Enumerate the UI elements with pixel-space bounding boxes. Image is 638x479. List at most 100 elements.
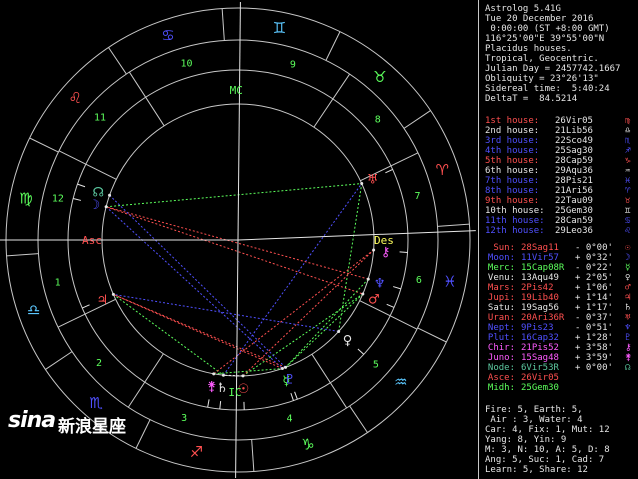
house-cusps: 123 456789101112 [0, 2, 476, 478]
planet-row: Satu: 19Sag56 + 1°17' ♄ [485, 303, 635, 313]
planet-position: 25Gem30 [521, 383, 559, 393]
house-cusp-line [237, 230, 476, 241]
house-sign-icon: ♒ [625, 166, 631, 176]
aspect-line [113, 294, 224, 376]
planet-tick [393, 286, 401, 290]
planet-icon: ♄ [625, 303, 631, 313]
planet-icon: ♀ [625, 273, 631, 283]
planet-tick [82, 304, 90, 309]
planet-icon: ☉ [625, 243, 631, 253]
house-cusp-line [127, 353, 164, 408]
house-sign-icon: ♊ [625, 206, 631, 216]
house-sign-icon: ♏ [625, 136, 631, 146]
planet-glyph-icon: ♇ [284, 373, 296, 388]
summary-learn-share: Learn: 5, Share: 12 [485, 465, 588, 475]
house-row: 2nd house: 21Lib56 ♎ [485, 126, 635, 136]
obliquity: Obliquity = 23°26'13" [485, 74, 599, 84]
planet-name: Plut: [487, 333, 515, 343]
house-cusp-line [58, 150, 117, 180]
house-label: 6th house: [485, 166, 540, 176]
planet-point [366, 277, 370, 281]
summary-quadrants: M: 3, N: 10, A: 5, D: 8 [485, 445, 610, 455]
house-position: 29Aqu36 [555, 166, 593, 176]
planet-name: Juno: [487, 353, 515, 363]
house-position: 28Cap59 [555, 156, 593, 166]
planet-speed: + 0°32' [575, 253, 613, 263]
planet-position: 28Sag11 [521, 243, 559, 253]
sign-boundary [221, 8, 225, 41]
planet-tick [77, 183, 86, 188]
planet-speed: + 1°28' [575, 333, 613, 343]
house-position: 28Can59 [555, 216, 593, 226]
planet-point [337, 329, 341, 333]
aspect-line [113, 293, 283, 370]
house-position: 22Sco49 [555, 136, 593, 146]
planet-icon: ♅ [625, 313, 631, 323]
chart-location: 116°25'00"E 39°55'00"N [485, 34, 605, 44]
house-number: 3 [181, 413, 187, 424]
house-number: 8 [375, 115, 381, 126]
watermark-text: 新浪星座 [58, 417, 126, 437]
planet-position: 26Vir05 [521, 373, 559, 383]
app-title: Astrolog 5.41G [485, 4, 561, 14]
planet-tick [290, 392, 294, 401]
house-row: 8th house: 21Ari56 ♈ [485, 186, 635, 196]
info-panel: Astrolog 5.41G Tue 20 December 2016 0:00… [478, 0, 638, 479]
planet-row: Uran: 20Ari36R - 0°37' ♅ [485, 313, 635, 323]
planet-icon: ☿ [625, 263, 631, 273]
house-position: 28Pis21 [555, 176, 593, 186]
house-position: 25Gem30 [555, 206, 593, 216]
planet-point [361, 292, 365, 296]
planet-icon: ⚷ [625, 343, 632, 353]
sign-boundary [325, 31, 341, 61]
house-row: 11th house: 28Can59 ♋ [485, 216, 635, 226]
house-number: 1 [55, 277, 61, 288]
delta-t: DeltaT = 84.5214 [485, 94, 578, 104]
planet-tick [357, 348, 365, 355]
planet-position: 16Cap32 [521, 333, 559, 343]
planet-point [360, 182, 364, 186]
planet-position: 2Pis42 [521, 283, 554, 293]
planet-tick [219, 401, 222, 410]
planet-row: Asce: 26Vir05 [485, 373, 635, 383]
planet-position: 15Cap08R [521, 263, 565, 273]
planet-row: Mars: 2Pis42 + 1°06' ♂ [485, 283, 635, 293]
planet-row: Juno: 15Sag48 + 3°59' ⚵ [485, 353, 635, 363]
house-number: 12 [52, 194, 64, 205]
planet-row: Nept: 9Pis23 - 0°51' ♆ [485, 323, 635, 333]
planet-tick [207, 399, 210, 408]
zodiac-sign-icon: ♌ [68, 89, 81, 107]
house-label: 8th house: [485, 186, 540, 196]
aspect-line [113, 293, 339, 332]
planet-name: Node: [487, 363, 515, 373]
des-label: Des [374, 234, 394, 247]
aspect-line [338, 183, 363, 332]
planet-name: Midh: [487, 383, 515, 393]
planet-row: Plut: 16Cap32 + 1°28' ♇ [485, 333, 635, 343]
zodiac-sign-icon: ♒ [394, 373, 407, 391]
planet-glyph-icon: ♆ [374, 277, 386, 292]
house-row: 4th house: 25Sag30 ♐ [485, 146, 635, 156]
planet-name: Satu: [487, 303, 515, 313]
house-sign-icon: ♑ [625, 156, 631, 166]
house-label: 11th house: [485, 216, 545, 226]
sidereal-time: Sidereal time: 5:40:24 [485, 84, 610, 94]
planet-row: Node: 6Vir53R + 0°00' ☊ [485, 363, 635, 373]
planet-name: Chir: [487, 343, 515, 353]
house-position: 21Lib56 [555, 126, 593, 136]
house-row: 3rd house: 22Sco49 ♏ [485, 136, 635, 146]
planet-row: Merc: 15Cap08R - 0°22' ☿ [485, 263, 635, 273]
planet-name: Sun: [493, 243, 515, 253]
planet-speed: + 1°14' [575, 293, 613, 303]
house-cusp-line [128, 71, 165, 127]
planet-icon: ♆ [625, 323, 631, 333]
summary-fire-earth: Fire: 5, Earth: 5, [485, 405, 583, 415]
aspect-line [105, 206, 363, 295]
house-number: 6 [416, 275, 422, 286]
planet-glyph-icon: ⚵ [207, 380, 217, 395]
planet-point [221, 373, 225, 377]
house-sign-icon: ♉ [625, 196, 631, 206]
summary-air-water: Air : 3, Water: 4 [485, 415, 583, 425]
planet-position: 13Aqu49 [521, 273, 559, 283]
zodiac-system: Tropical, Geocentric. [485, 54, 599, 64]
